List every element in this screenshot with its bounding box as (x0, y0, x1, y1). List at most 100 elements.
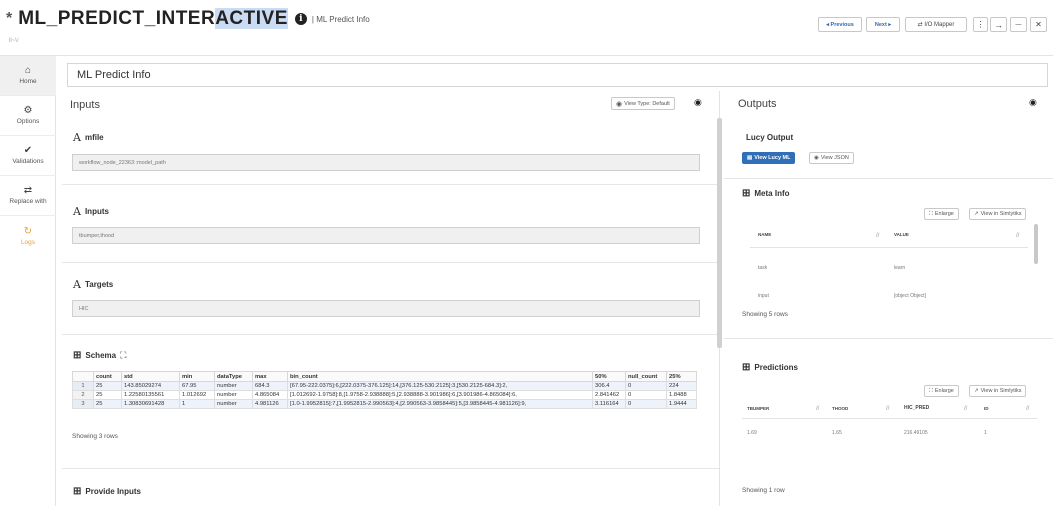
schema-col-max[interactable]: max (252, 371, 288, 382)
sidebar-item-label: Validations (12, 158, 44, 165)
sidebar-item-options[interactable]: ⚙ Options (0, 96, 56, 136)
play-icon[interactable]: ◉ (694, 97, 702, 108)
play-icon[interactable]: ◉ (1029, 97, 1037, 108)
cell: 4.865084 (252, 390, 288, 400)
inputs-section: A Inputs tbumper,thood (62, 185, 719, 263)
more-options-button[interactable]: ⋮ (973, 17, 988, 32)
cell: 3.116164 (592, 399, 626, 409)
predictions-col-hic-pred[interactable]: HIC_PRED (904, 405, 929, 411)
meta-cell: task (758, 265, 768, 271)
schema-col-min[interactable]: min (179, 371, 215, 382)
schema-col-count[interactable]: count (93, 371, 122, 382)
inputs-label-text: Inputs (84, 207, 109, 216)
meta-scrollbar[interactable] (1034, 224, 1038, 264)
close-button[interactable]: ✕ (1030, 17, 1047, 32)
row-number: 2 (72, 390, 94, 400)
predictions-grid-divider (742, 418, 1037, 419)
predictions-row-count: Showing 1 row (742, 487, 785, 494)
view-lucy-ml-button[interactable]: ▤ View Lucy ML (742, 152, 796, 164)
enlarge-icon: ⛶ (929, 387, 933, 394)
schema-col-null-count[interactable]: null_count (625, 371, 667, 382)
cell: 684.3 (252, 381, 288, 391)
predictions-col-tbumper[interactable]: TBUMPER (747, 406, 769, 411)
cell: number (214, 381, 253, 391)
text-type-icon: A (73, 205, 81, 218)
targets-label: A Targets (73, 278, 113, 291)
predictions-enlarge-button[interactable]: ⛶ Enlarge (924, 385, 959, 397)
meta-enlarge-label: Enlarge (934, 211, 954, 217)
view-type-button[interactable]: ◉ View Type: Default (611, 97, 675, 110)
predictions-view-simlytiks-button[interactable]: ↗ View in Simlytiks (969, 385, 1027, 397)
node-title[interactable]: ML_PREDICT_INTERACTIVE (18, 8, 288, 30)
table-row[interactable]: 1 25 143.85029274 67.95 number 684.3 [67… (72, 381, 697, 391)
meta-info-label: ⊞ Meta Info (742, 188, 790, 199)
schema-col-datatype[interactable]: dataType (214, 371, 253, 382)
sidebar-item-label: Logs (20, 238, 36, 246)
meta-cell: learn (894, 265, 906, 271)
predictions-col-thood[interactable]: THOOD (832, 406, 848, 411)
meta-cell: [object Object] (894, 293, 926, 299)
resize-icon[interactable]: // (1016, 233, 1019, 239)
predictions-cell: 1.69 (747, 430, 757, 436)
previous-button[interactable]: ◂ Previous (818, 17, 862, 32)
resize-icon[interactable]: // (876, 233, 879, 239)
cell: 67.95 (179, 381, 215, 391)
inputs-field[interactable]: tbumper,thood (72, 227, 700, 244)
view-json-button[interactable]: ◉ View JSON (809, 152, 854, 164)
schema-col-bin-count[interactable]: bin_count (287, 371, 593, 382)
sidebar-item-home[interactable]: ⌂ Home (0, 56, 56, 96)
meta-view-simlytiks-button[interactable]: ↗ View in Simlytiks (969, 208, 1027, 220)
sidebar-item-replace-with[interactable]: ⇄ Replace with (0, 176, 56, 216)
table-icon: ⊞ (73, 350, 82, 361)
sidebar-item-validations[interactable]: ✔ Validations (0, 136, 56, 176)
meta-col-value[interactable]: VALUE (894, 232, 909, 237)
resize-icon[interactable]: // (964, 406, 967, 412)
schema-col-50[interactable]: 50% (592, 371, 626, 382)
sidebar-item-logs[interactable]: ↻ Logs (0, 216, 56, 256)
mfile-field[interactable]: workflow_node_22363::model_path (72, 154, 700, 171)
inputs-label: A Inputs (73, 205, 109, 218)
predictions-cell: 1.65 (832, 430, 842, 436)
targets-label-text: Targets (84, 280, 114, 289)
mfile-label: A mfile (73, 131, 104, 144)
resize-icon[interactable]: // (886, 406, 889, 412)
cell: 25 (93, 399, 122, 409)
minimize-button[interactable]: — (1010, 17, 1027, 32)
meta-grid-divider (750, 247, 1028, 248)
info-icon[interactable]: i (294, 13, 307, 25)
schema-col-std[interactable]: std (121, 371, 180, 382)
targets-field[interactable]: HIC (72, 300, 700, 317)
predictions-col-id[interactable]: ID (984, 406, 989, 411)
breadcrumb: ll~\/ (9, 38, 19, 44)
predictions-section: ⊞ Predictions ⛶ Enlarge ↗ View in Simlyt… (724, 339, 1053, 506)
expand-icon[interactable]: ⛶ (120, 350, 126, 361)
io-mapper-button[interactable]: ⇄ I/O Mapper (905, 17, 967, 32)
swap-icon: ⇄ (23, 185, 33, 196)
expand-arrow-button[interactable]: → (990, 17, 1007, 32)
resize-icon[interactable]: // (1026, 406, 1029, 412)
row-number: 1 (72, 381, 94, 391)
meta-row-count: Showing 5 rows (742, 311, 788, 318)
cell: 1.012692 (179, 390, 215, 400)
cell: 1.8488 (666, 390, 697, 400)
next-button[interactable]: Next ▸ (866, 17, 900, 32)
home-icon: ⌂ (24, 65, 32, 76)
history-icon: ↻ (23, 225, 33, 237)
meta-enlarge-button[interactable]: ⛶ Enlarge (924, 208, 959, 220)
sidebar-item-label: Options (16, 118, 40, 125)
schema-col-25[interactable]: 25% (666, 371, 697, 382)
page-subtitle: | ML Predict Info (311, 14, 370, 24)
external-link-icon: ↗ (974, 211, 979, 217)
resize-icon[interactable]: // (816, 406, 819, 412)
schema-col-index[interactable] (72, 371, 94, 382)
schema-label: ⊞ Schema ⛶ (73, 350, 126, 361)
cell: 0 (625, 390, 667, 400)
cell: 4.981126 (252, 399, 288, 409)
provide-inputs-label-text: Provide Inputs (85, 487, 141, 496)
inputs-scrollbar[interactable] (717, 118, 722, 348)
table-row[interactable]: 2 25 1.22580135561 1.012692 number 4.865… (72, 390, 697, 400)
table-row[interactable]: 3 25 1.30830691428 1 number 4.981126 [1.… (72, 399, 697, 409)
meta-col-name[interactable]: NAME (758, 232, 771, 237)
meta-info-label-text: Meta Info (754, 189, 790, 198)
unsaved-indicator: * (6, 10, 13, 27)
